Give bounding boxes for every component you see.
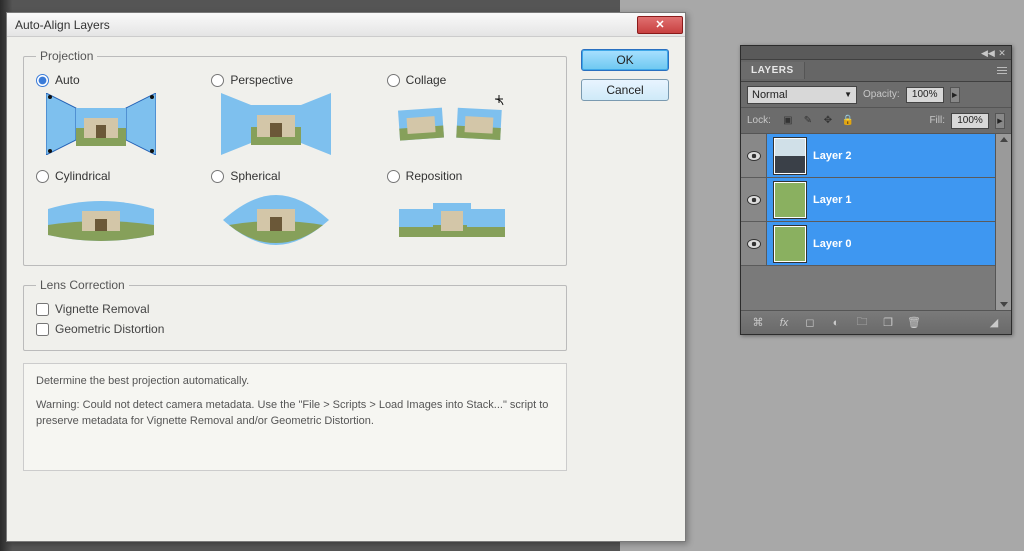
opacity-label: Opacity: <box>863 89 900 100</box>
auto-align-dialog: Auto-Align Layers ✕ Projection Auto <box>6 12 686 542</box>
opacity-input[interactable]: 100% <box>906 87 944 103</box>
layer-name[interactable]: Layer 0 <box>813 238 852 250</box>
radio-reposition-label: Reposition <box>406 169 463 183</box>
layer-thumbnail[interactable] <box>775 183 805 217</box>
layers-empty-area <box>741 266 995 310</box>
radio-auto[interactable] <box>36 74 49 87</box>
panel-menu-icon[interactable] <box>993 64 1011 78</box>
close-icon: ✕ <box>655 18 664 31</box>
projection-legend: Projection <box>36 49 97 63</box>
radio-perspective[interactable] <box>211 74 224 87</box>
blend-mode-row: Normal ▼ Opacity: 100% ▶ <box>741 82 1011 108</box>
description-warning: Warning: Could not detect camera metadat… <box>36 398 554 430</box>
close-button[interactable]: ✕ <box>637 16 683 34</box>
projection-option-spherical: Spherical <box>211 169 378 251</box>
check-vignette[interactable] <box>36 303 49 316</box>
layer-thumbnail[interactable] <box>775 227 805 261</box>
layer-mask-icon[interactable]: ◻ <box>803 316 817 330</box>
check-geometric-label: Geometric Distortion <box>55 322 164 336</box>
projection-group: Projection Auto <box>23 49 567 266</box>
fill-label: Fill: <box>929 115 945 126</box>
check-vignette-label: Vignette Removal <box>55 302 150 316</box>
new-layer-icon[interactable]: ❐ <box>881 316 895 330</box>
radio-perspective-label: Perspective <box>230 73 293 87</box>
radio-cylindrical-label: Cylindrical <box>55 169 110 183</box>
lens-correction-group: Lens Correction Vignette Removal Geometr… <box>23 278 567 351</box>
layers-footer: ⌘ fx ◻ ◐ 🗀 ❐ 🗑 ◢ <box>741 310 1011 334</box>
projection-option-auto: Auto <box>36 73 203 155</box>
blend-mode-select[interactable]: Normal ▼ <box>747 86 857 104</box>
layer-name[interactable]: Layer 1 <box>813 194 852 206</box>
panel-topbar[interactable]: ◀◀ ✕ <box>741 46 1011 60</box>
layer-row[interactable]: Layer 0 <box>741 222 995 266</box>
check-geometric[interactable] <box>36 323 49 336</box>
thumb-spherical <box>221 189 331 251</box>
panel-tabs: LAYERS <box>741 60 1011 82</box>
layer-style-icon[interactable]: fx <box>777 316 791 330</box>
fill-flyout-icon[interactable]: ▶ <box>995 113 1005 129</box>
new-group-icon[interactable]: 🗀 <box>855 316 869 330</box>
radio-reposition[interactable] <box>387 170 400 183</box>
cancel-button[interactable]: Cancel <box>581 79 669 101</box>
layer-row[interactable]: Layer 2 <box>741 134 995 178</box>
scroll-down-icon[interactable] <box>1000 302 1008 307</box>
projection-option-cylindrical: Cylindrical <box>36 169 203 251</box>
eye-icon <box>747 239 761 249</box>
scroll-up-icon[interactable] <box>1000 137 1008 142</box>
layers-scrollbar[interactable] <box>995 134 1011 310</box>
projection-option-reposition: Reposition <box>387 169 554 251</box>
eye-icon <box>747 151 761 161</box>
thumb-collage <box>397 93 507 155</box>
layers-list: Layer 2 Layer 1 Layer 0 <box>741 134 1011 310</box>
chevron-down-icon: ▼ <box>844 90 852 99</box>
thumb-perspective <box>221 93 331 155</box>
thumb-reposition <box>397 189 507 251</box>
radio-spherical[interactable] <box>211 170 224 183</box>
description-box: Determine the best projection automatica… <box>23 363 567 471</box>
fill-input[interactable]: 100% <box>951 113 989 129</box>
layers-panel: ◀◀ ✕ LAYERS Normal ▼ Opacity: 100% ▶ Loc… <box>740 45 1012 335</box>
lock-transparency-icon[interactable]: ▣ <box>781 114 795 128</box>
layer-thumbnail[interactable] <box>775 139 805 173</box>
lock-row: Lock: ▣ ✎ ✥ 🔒 Fill: 100% ▶ <box>741 108 1011 134</box>
dialog-title: Auto-Align Layers <box>15 18 110 32</box>
projection-option-collage: Collage <box>387 73 554 155</box>
collapse-icon[interactable]: ◀◀ <box>981 48 991 58</box>
blend-mode-value: Normal <box>752 89 787 101</box>
radio-collage-label: Collage <box>406 73 447 87</box>
radio-collage[interactable] <box>387 74 400 87</box>
delete-layer-icon[interactable]: 🗑 <box>907 316 921 330</box>
link-layers-icon[interactable]: ⌘ <box>751 316 765 330</box>
eye-icon <box>747 195 761 205</box>
tab-layers[interactable]: LAYERS <box>741 62 805 79</box>
lock-label: Lock: <box>747 115 771 126</box>
radio-spherical-label: Spherical <box>230 169 280 183</box>
visibility-toggle[interactable] <box>741 134 767 177</box>
ok-button[interactable]: OK <box>581 49 669 71</box>
thumb-cylindrical <box>46 189 156 251</box>
panel-close-icon[interactable]: ✕ <box>997 48 1007 58</box>
radio-cylindrical[interactable] <box>36 170 49 183</box>
lock-pixels-icon[interactable]: ✎ <box>801 114 815 128</box>
thumb-auto <box>46 93 156 155</box>
resize-grip-icon[interactable]: ◢ <box>987 316 1001 330</box>
layer-row[interactable]: Layer 1 <box>741 178 995 222</box>
dialog-titlebar[interactable]: Auto-Align Layers ✕ <box>7 13 685 37</box>
projection-option-perspective: Perspective <box>211 73 378 155</box>
visibility-toggle[interactable] <box>741 178 767 221</box>
description-title: Determine the best projection automatica… <box>36 374 554 390</box>
layer-name[interactable]: Layer 2 <box>813 150 852 162</box>
visibility-toggle[interactable] <box>741 222 767 265</box>
lock-all-icon[interactable]: 🔒 <box>841 114 855 128</box>
adjustment-layer-icon[interactable]: ◐ <box>829 316 843 330</box>
opacity-flyout-icon[interactable]: ▶ <box>950 87 960 103</box>
radio-auto-label: Auto <box>55 73 80 87</box>
lock-position-icon[interactable]: ✥ <box>821 114 835 128</box>
lens-legend: Lens Correction <box>36 278 129 292</box>
